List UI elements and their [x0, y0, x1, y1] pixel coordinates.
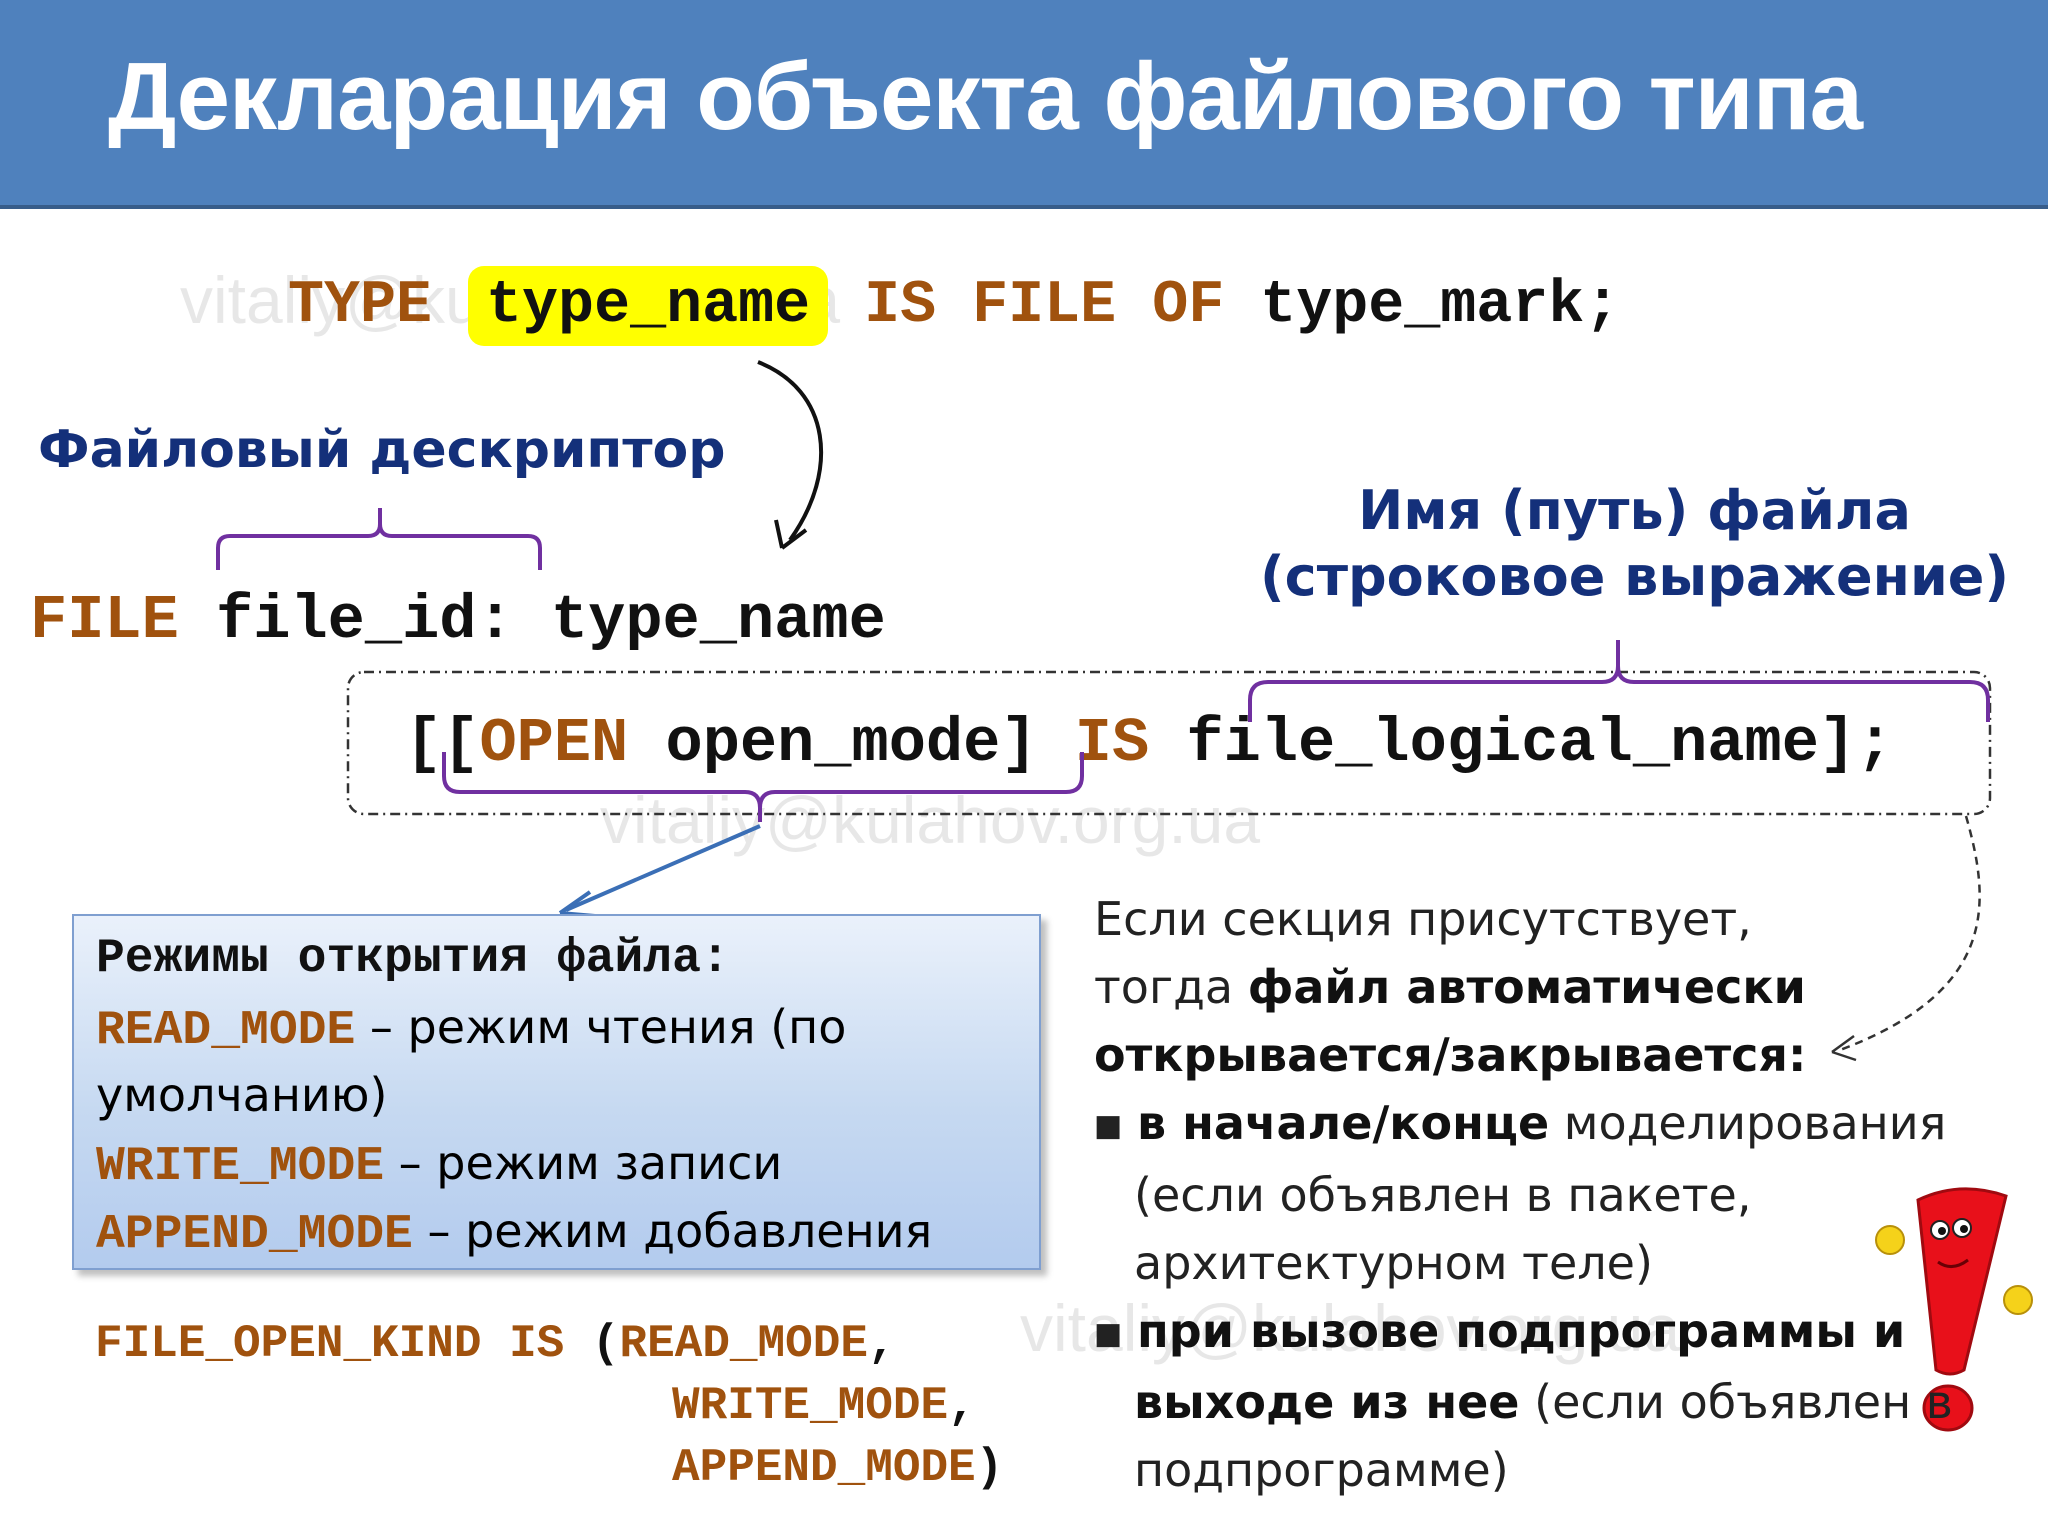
modes-arrow — [565, 824, 761, 912]
note-line: Если секция присутствует, — [1094, 892, 1752, 946]
logical-name-brace — [1248, 640, 1990, 722]
append-mode-row: APPEND_MODE – режим добавления — [96, 1204, 932, 1262]
open-mode-brace — [442, 752, 1084, 822]
bullet-icon: ■ — [1094, 1108, 1123, 1144]
note-bold: файл автоматически — [1247, 960, 1806, 1014]
bullet-bold: выходе из нее — [1134, 1375, 1520, 1429]
write-mode-row: WRITE_MODE – режим записи — [96, 1136, 782, 1194]
keyword-is: IS — [509, 1318, 565, 1370]
file-open-kind-line: FILE_OPEN_KIND IS (READ_MODE, — [95, 1318, 896, 1370]
write-mode-desc: – режим записи — [384, 1136, 783, 1190]
file-open-kind-line: WRITE_MODE, — [672, 1380, 976, 1432]
file-id-brace — [216, 508, 542, 570]
bullet-bold: в начале/конце — [1136, 1096, 1550, 1150]
bullet-cont: подпрограмме) — [1134, 1443, 1509, 1497]
bullet-cont: (если объявлен в пакете, — [1134, 1167, 1752, 1222]
value-append-mode: APPEND_MODE — [672, 1442, 976, 1494]
bullet-bold: при вызове подпрограммы и — [1136, 1303, 1906, 1358]
append-mode-keyword: APPEND_MODE — [96, 1208, 413, 1262]
open-modes-box: Режимы открытия файла: READ_MODE – режим… — [72, 914, 1041, 1270]
read-mode-keyword: READ_MODE — [96, 1004, 356, 1058]
bullet-cont: выходе из нее (если объявлен в — [1094, 1368, 1953, 1436]
bullet-text: (если объявлен в — [1519, 1375, 1953, 1429]
value-read-mode: READ_MODE — [619, 1318, 868, 1370]
note-line: открывается/закрывается: — [1094, 1028, 1807, 1082]
write-mode-keyword: WRITE_MODE — [96, 1140, 385, 1194]
file-open-kind-type: FILE_OPEN_KIND — [95, 1318, 482, 1370]
read-mode-desc: – режим чтения (по — [355, 1000, 847, 1054]
comma: , — [867, 1318, 896, 1370]
paren-open: ( — [591, 1318, 620, 1370]
auto-open-note: Если секция присутствует, тогда файл авт… — [1094, 885, 1953, 1504]
append-mode-desc: – режим добавления — [412, 1204, 933, 1258]
type-name-arrow — [757, 360, 824, 542]
bullet-text: моделирования — [1549, 1096, 1947, 1150]
bullet-icon: ■ — [1094, 1316, 1123, 1351]
note-line: тогда файл автоматически — [1094, 953, 1953, 1021]
bullet-item: ■ в начале/конце моделирования — [1094, 1089, 1953, 1161]
file-open-kind-line: APPEND_MODE) — [672, 1442, 1003, 1494]
read-mode-row: READ_MODE – режим чтения (по — [96, 1000, 846, 1058]
note-text: тогда — [1094, 960, 1248, 1014]
read-mode-desc-cont: умолчанию) — [96, 1068, 388, 1122]
bullet-cont: архитектурном теле) — [1134, 1235, 1653, 1290]
bullet-item: ■ при вызове подпрограммы и — [1094, 1297, 1953, 1369]
modes-title: Режимы открытия файла: — [96, 932, 730, 986]
value-write-mode: WRITE_MODE — [672, 1380, 949, 1432]
comma: , — [948, 1380, 976, 1432]
paren-close: ) — [975, 1442, 1004, 1494]
